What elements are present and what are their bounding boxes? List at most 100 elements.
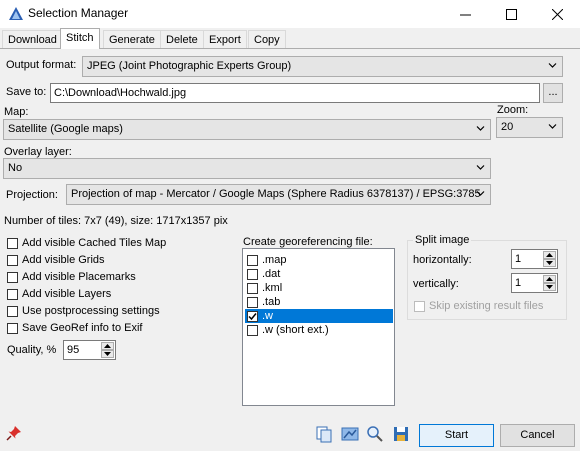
minimize-button[interactable] [442, 0, 488, 28]
tab-generate[interactable]: Generate [103, 30, 161, 48]
output-format-value: JPEG (Joint Photographic Experts Group) [87, 60, 292, 72]
zoom-icon[interactable] [366, 425, 384, 443]
spin-down-button[interactable] [543, 259, 556, 267]
list-item[interactable]: .kml [245, 281, 393, 295]
list-item[interactable]: .w [245, 309, 393, 323]
arrow-down-icon [546, 285, 553, 289]
checkbox-icon [247, 296, 258, 308]
option-label: Add visible Placemarks [22, 271, 136, 283]
output-format-select[interactable]: JPEG (Joint Photographic Experts Group) [82, 56, 563, 77]
map-select[interactable]: Satellite (Google maps) [3, 119, 491, 140]
cancel-button[interactable]: Cancel [500, 424, 575, 447]
projection-value: Projection of map - Mercator / Google Ma… [71, 188, 481, 200]
chevron-down-icon [476, 126, 485, 131]
list-item-label: .dat [262, 268, 281, 280]
option-label: Add visible Layers [22, 288, 112, 300]
checkbox-checked-icon [247, 310, 258, 322]
chevron-down-icon [548, 124, 557, 129]
horizontally-value: 1 [515, 253, 522, 265]
skip-existing-label: Skip existing result files [429, 300, 544, 312]
checkbox-icon [7, 305, 18, 317]
tab-stitch[interactable]: Stitch [60, 28, 100, 49]
option-placemarks[interactable]: Add visible Placemarks [7, 271, 136, 283]
spin-up-button[interactable] [543, 275, 556, 283]
georef-file-list[interactable]: .map .dat .kml .tab .w .w (short ext.) [242, 248, 395, 406]
app-icon [8, 6, 24, 22]
copy-icon[interactable] [315, 425, 333, 443]
maximize-button[interactable] [488, 0, 534, 28]
list-item[interactable]: .tab [245, 295, 393, 309]
arrow-up-icon [546, 253, 553, 257]
list-item[interactable]: .dat [245, 267, 393, 281]
tab-copy[interactable]: Copy [248, 30, 286, 48]
minimize-icon [459, 14, 471, 15]
arrow-down-icon [546, 261, 553, 265]
list-item-label: .kml [262, 282, 283, 294]
close-button[interactable] [534, 0, 580, 28]
list-item[interactable]: .w (short ext.) [245, 323, 393, 337]
list-item-label: .w (short ext.) [262, 324, 329, 336]
quality-value: 95 [67, 344, 80, 356]
georef-label: Create georeferencing file: [243, 236, 373, 248]
chevron-down-icon [476, 191, 485, 196]
vertically-value: 1 [515, 277, 522, 289]
option-grids[interactable]: Add visible Grids [7, 254, 105, 266]
overlay-layer-value: No [8, 162, 23, 174]
save-icon[interactable] [392, 425, 410, 443]
map-link-icon[interactable] [341, 425, 359, 443]
tiles-info: Number of tiles: 7x7 (49), size: 1717x13… [4, 215, 228, 227]
option-georef-exif[interactable]: Save GeoRef info to Exif [7, 322, 142, 334]
list-item-label: .map [262, 254, 287, 266]
overlay-layer-label: Overlay layer: [4, 146, 72, 158]
save-to-input[interactable]: C:\Download\Hochwald.jpg [50, 83, 540, 103]
list-item-label: .w [262, 310, 273, 322]
option-postprocessing[interactable]: Use postprocessing settings [7, 305, 160, 317]
vertically-label: vertically: [413, 278, 459, 290]
maximize-icon [505, 8, 517, 20]
spin-up-button[interactable] [101, 342, 114, 350]
list-item[interactable]: .map [245, 253, 393, 267]
checkbox-icon [7, 254, 18, 266]
checkbox-icon [247, 282, 258, 294]
option-layers[interactable]: Add visible Layers [7, 288, 111, 300]
vertically-spinbox[interactable]: 1 [511, 273, 558, 293]
projection-select[interactable]: Projection of map - Mercator / Google Ma… [66, 184, 491, 205]
start-button[interactable]: Start [419, 424, 494, 447]
list-item-label: .tab [262, 296, 281, 308]
checkbox-icon [7, 288, 18, 300]
option-label: Save GeoRef info to Exif [22, 322, 143, 334]
checkbox-icon [247, 254, 258, 266]
option-label: Use postprocessing settings [22, 305, 160, 317]
spin-up-button[interactable] [543, 251, 556, 259]
chevron-down-icon [548, 63, 557, 68]
spin-down-button[interactable] [101, 350, 114, 358]
tab-export[interactable]: Export [203, 30, 247, 48]
horizontally-spinbox[interactable]: 1 [511, 249, 558, 269]
zoom-value: 20 [501, 121, 514, 133]
overlay-layer-select[interactable]: No [3, 158, 491, 179]
window-title: Selection Manager [28, 6, 129, 20]
horizontally-label: horizontally: [413, 254, 472, 266]
map-value: Satellite (Google maps) [8, 123, 123, 135]
checkbox-icon [7, 322, 18, 334]
close-icon [551, 8, 563, 20]
quality-spinbox[interactable]: 95 [63, 340, 116, 360]
zoom-label: Zoom: [497, 104, 529, 116]
chevron-down-icon [476, 165, 485, 170]
spin-down-button[interactable] [543, 283, 556, 291]
option-cached-tiles-map[interactable]: Add visible Cached Tiles Map [7, 237, 166, 249]
tab-download[interactable]: Download [2, 30, 63, 48]
tab-delete[interactable]: Delete [160, 30, 204, 48]
pin-icon[interactable] [6, 425, 22, 441]
arrow-up-icon [104, 344, 111, 348]
zoom-select[interactable]: 20 [496, 117, 563, 138]
save-to-label: Save to: [6, 86, 47, 98]
skip-existing-checkbox[interactable]: Skip existing result files [414, 300, 543, 312]
option-label: Add visible Cached Tiles Map [22, 237, 167, 249]
browse-button[interactable]: ... [543, 83, 563, 103]
checkbox-icon [414, 300, 425, 312]
checkbox-icon [7, 237, 18, 249]
split-image-legend: Split image [413, 234, 472, 246]
projection-label: Projection: [6, 189, 58, 201]
output-format-label: Output format: [6, 59, 77, 71]
